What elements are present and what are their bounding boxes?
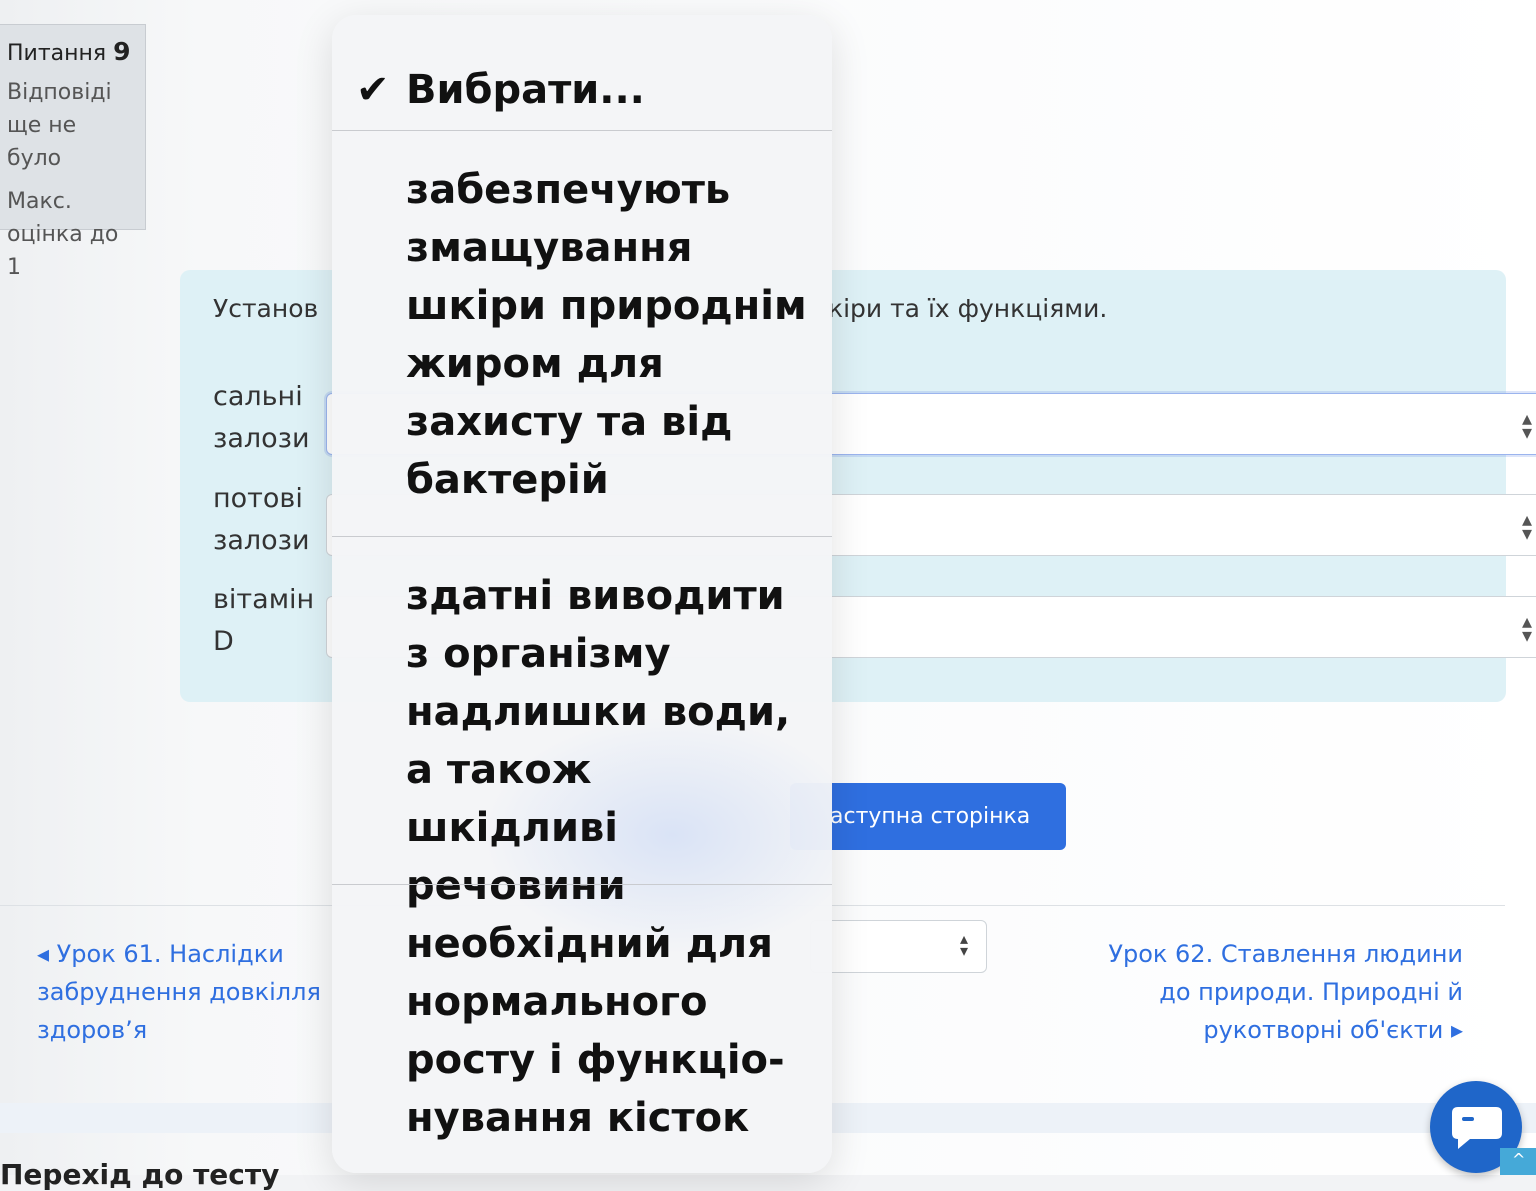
option-divider (332, 536, 832, 537)
question-prompt-end: кіри та їх функціями. (828, 294, 1108, 323)
updown-arrows-icon: ▴ ▾ (1522, 609, 1533, 647)
chat-bubble-icon (1452, 1107, 1502, 1149)
question-prompt-start: Установ (213, 294, 319, 323)
option-divider (332, 884, 832, 885)
checkmark-icon: ✔ (356, 67, 390, 113)
updown-arrows-icon: ▴ ▾ (1522, 406, 1533, 444)
select-options-picker: ✔ Вибрати... забезпечують змащування шкі… (332, 15, 832, 1173)
match-row-label: вітамін D (213, 584, 315, 657)
match-row-label: потові залози (213, 483, 310, 556)
question-info-box: Питання 9 Відповіді ще не було Макс. оці… (0, 24, 146, 280)
quiz-page: Питання 9 Відповіді ще не було Макс. оці… (0, 0, 1536, 1191)
option-divider (332, 130, 832, 131)
prev-activity-link[interactable]: ◂ Урок 61. Наслідки забруднення довкілля… (37, 935, 347, 1049)
jump-to-select[interactable]: ▴ ▾ (810, 920, 987, 973)
updown-arrows-icon: ▴ ▾ (959, 929, 968, 960)
question-number: Питання 9 (7, 37, 131, 66)
updown-arrows-icon: ▴ ▾ (1522, 507, 1533, 545)
picker-option-default[interactable]: ✔ Вибрати... (332, 61, 832, 119)
question-state: Відповіді ще не було (7, 80, 112, 171)
scroll-top-button[interactable]: ^ (1500, 1148, 1536, 1175)
next-activity-link[interactable]: Урок 62. Ставлення людини до природи. Пр… (1080, 935, 1463, 1049)
picker-option[interactable]: необхідний для нормального росту і функц… (332, 915, 832, 1147)
picker-option[interactable]: здатні виводити з організму надлишки вод… (332, 567, 832, 915)
match-row-label: сальні залози (213, 381, 310, 454)
picker-option[interactable]: забезпечують змащування шкіри природнім … (332, 161, 832, 509)
question-grade: Макс. оцінка до 1 (7, 189, 119, 280)
chevron-up-icon: ^ (1512, 1150, 1526, 1169)
